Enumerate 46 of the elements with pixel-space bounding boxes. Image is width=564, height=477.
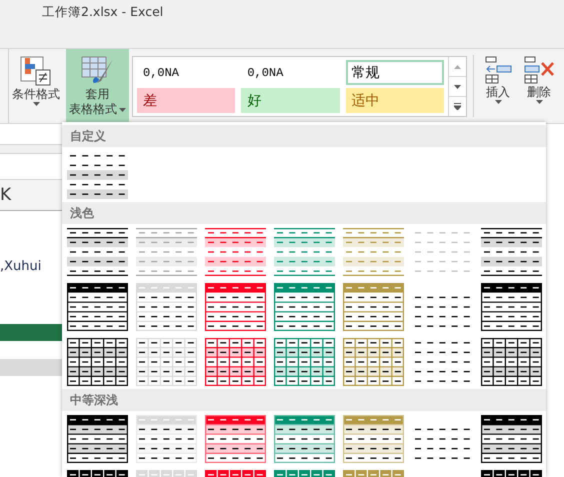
column-header: K: [0, 180, 62, 211]
table-style-thumbnail[interactable]: [205, 228, 266, 276]
window-title: 工作簿2.xlsx - Excel: [42, 4, 164, 21]
table-style-thumbnail[interactable]: [67, 283, 128, 331]
table-style-thumbnail[interactable]: [205, 283, 266, 331]
down-arrow-icon: [454, 84, 461, 88]
section-header: 中等深浅: [62, 389, 546, 411]
caret-icon: [536, 100, 542, 104]
table-style-thumbnail[interactable]: [481, 283, 542, 331]
table-style-thumbnail[interactable]: [274, 228, 335, 276]
caret-icon: [494, 100, 502, 104]
table-style-thumbnail[interactable]: [343, 283, 404, 331]
table-style-thumbnail[interactable]: [343, 228, 404, 276]
table-style-thumbnail[interactable]: [67, 228, 128, 276]
table-style-thumbnail[interactable]: [205, 338, 266, 386]
row-band: [0, 359, 62, 376]
section-header: 浅色: [62, 202, 546, 224]
table-style-thumbnail[interactable]: [67, 415, 128, 463]
table-style-thumbnail[interactable]: [481, 415, 542, 463]
table-style-thumbnail[interactable]: [274, 338, 335, 386]
ribbon-button[interactable]: 套用 表格格式: [66, 49, 129, 123]
table-style-thumbnail[interactable]: [343, 338, 404, 386]
ribbon-button[interactable]: 插入: [480, 49, 516, 123]
table-style-thumbnail[interactable]: [136, 228, 197, 276]
cell-text: ,Xuhui: [0, 259, 42, 274]
up-arrow-icon: [454, 64, 461, 68]
table-style-thumbnail[interactable]: [274, 283, 335, 331]
table-style-thumbnail[interactable]: [205, 415, 266, 463]
caret-icon: [119, 108, 126, 112]
cell-style-item[interactable]: 适中: [346, 88, 444, 113]
delete-cells-icon: [522, 55, 556, 85]
section-header: 自定义: [62, 125, 546, 147]
selected-row-band: [0, 324, 62, 341]
ribbon-button[interactable]: 条件格式: [8, 49, 63, 123]
insert-cells-icon: [483, 55, 513, 85]
cell-style-item[interactable]: 常规: [346, 60, 444, 85]
cell-style-item[interactable]: 差: [137, 88, 236, 113]
table-style-thumbnail[interactable]: [67, 338, 128, 386]
table-style-thumbnail[interactable]: [274, 415, 335, 463]
table-style-thumbnail[interactable]: [481, 228, 542, 276]
conditional-format-icon: [19, 55, 53, 87]
cell-style-item[interactable]: 好: [241, 88, 340, 113]
caret-icon: [32, 102, 40, 106]
table-style-thumbnail[interactable]: [481, 338, 542, 386]
ribbon-button[interactable]: 删除: [519, 49, 559, 123]
expand-icon: [454, 103, 461, 110]
